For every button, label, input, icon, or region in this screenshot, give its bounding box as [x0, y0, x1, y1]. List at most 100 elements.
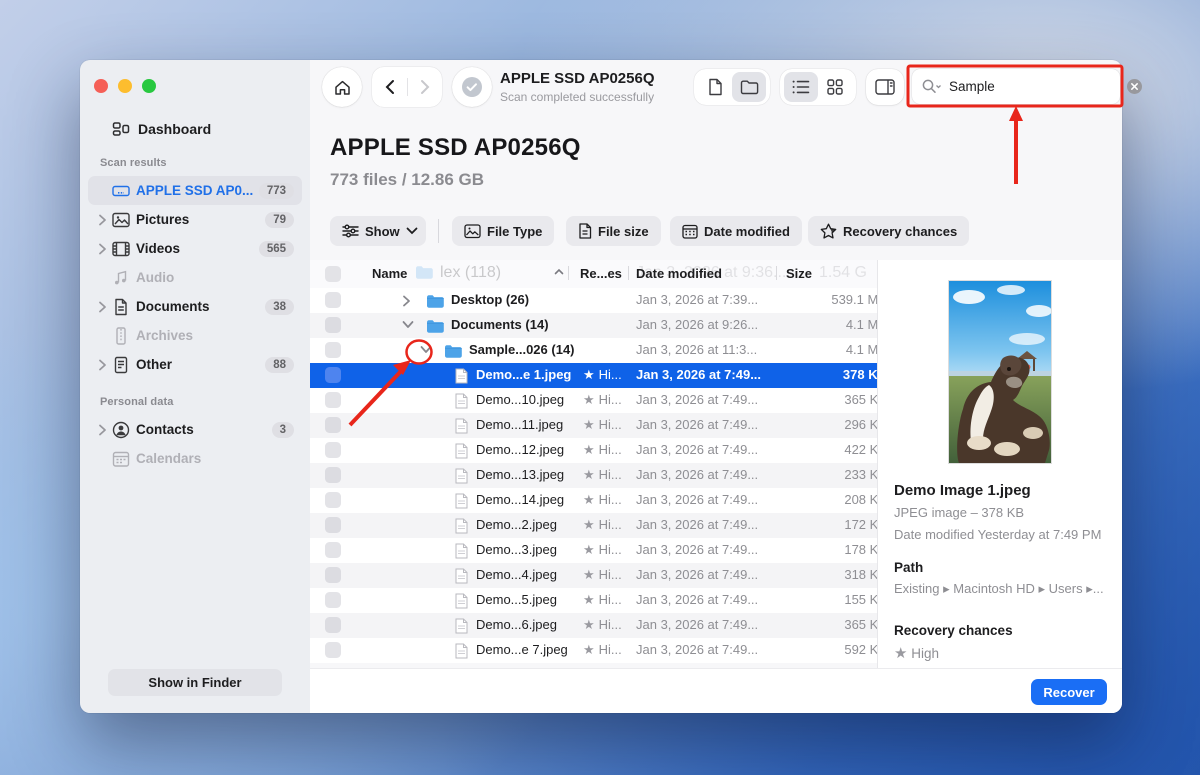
row-checkbox[interactable]	[325, 292, 341, 308]
forward-button[interactable]	[408, 72, 442, 102]
file-name: Sample...026 (14)	[469, 342, 575, 357]
search-field[interactable]	[912, 69, 1142, 104]
close-window-button[interactable]	[94, 79, 108, 93]
sidebar: Dashboard Scan results APPLE SSD AP0... 77…	[80, 60, 310, 713]
disclosure-chevron-annotated[interactable]	[420, 345, 432, 354]
row-checkbox[interactable]	[325, 317, 341, 333]
sidebar-item-label: Documents	[136, 299, 210, 314]
chevron-right-icon[interactable]	[98, 359, 112, 371]
table-row[interactable]: Demo...10.jpeg ★ Hi... Jan 3, 2026 at 7:49.…	[310, 388, 877, 413]
disclosure-chevron-right[interactable]	[402, 295, 411, 307]
file-icon	[455, 568, 468, 584]
chevron-right-icon[interactable]	[98, 243, 112, 255]
size-cell: 233 KB	[844, 467, 877, 482]
row-checkbox[interactable]	[325, 392, 341, 408]
filter-button-file-type[interactable]: File Type	[452, 216, 555, 246]
file-name: Demo...2.jpeg	[476, 517, 557, 532]
row-checkbox[interactable]	[325, 467, 341, 483]
filter-button-date-modified[interactable]: Date modified	[670, 216, 802, 246]
row-checkbox[interactable]	[325, 342, 341, 358]
table-row[interactable]: Demo...11.jpeg ★ Hi... Jan 3, 2026 at 7:49.…	[310, 413, 877, 438]
search-input[interactable]	[949, 79, 1126, 94]
folder-view-button[interactable]	[732, 72, 766, 102]
table-row[interactable]: Demo...e 1.jpeg ★ Hi... Jan 3, 2026 at 7:49…	[310, 363, 877, 388]
row-checkbox[interactable]	[325, 642, 341, 658]
preview-panel-toggle[interactable]	[866, 69, 904, 105]
row-checkbox[interactable]	[325, 542, 341, 558]
sidebar-item-contacts[interactable]: Contacts 3	[88, 415, 302, 444]
chevron-right-icon[interactable]	[98, 301, 112, 313]
file-view-button[interactable]	[698, 72, 732, 102]
list-view-button[interactable]	[784, 72, 818, 102]
recover-button[interactable]: Recover	[1031, 679, 1107, 705]
zoom-window-button[interactable]	[142, 79, 156, 93]
sidebar-section-header: Scan results	[100, 157, 167, 169]
scan-status-button[interactable]	[452, 67, 492, 107]
sidebar-item-list: Contacts 3 Calendars	[88, 415, 302, 473]
audio-icon	[112, 269, 136, 287]
file-table: lex (118) Jan 3, 2026 at 9:36... 1.54 G …	[310, 260, 877, 663]
row-checkbox[interactable]	[325, 492, 341, 508]
back-button[interactable]	[373, 72, 407, 102]
date-modified-cell: Jan 3, 2026 at 7:49...	[636, 442, 759, 457]
table-row[interactable]: Demo...13.jpeg ★ Hi... Jan 3, 2026 at 7:49.…	[310, 463, 877, 488]
chevron-right-icon[interactable]	[98, 424, 112, 436]
table-row[interactable]: Sample...026 (14) Jan 3, 2026 at 11:3... 4…	[310, 338, 877, 363]
table-row[interactable]: Demo...2.jpeg ★ Hi... Jan 3, 2026 at 7:49..…	[310, 513, 877, 538]
sidebar-item-videos[interactable]: Videos 565	[88, 234, 302, 263]
disclosure-chevron-down[interactable]	[402, 320, 414, 329]
count-badge: 773	[258, 182, 294, 199]
file-name: Desktop (26)	[451, 292, 530, 307]
table-row[interactable]: Demo...3.jpeg ★ Hi... Jan 3, 2026 at 7:49..…	[310, 538, 877, 563]
documents-icon	[112, 298, 136, 316]
row-checkbox[interactable]	[325, 567, 341, 583]
folder-icon	[444, 344, 462, 358]
count-badge: 79	[265, 211, 294, 228]
row-checkbox[interactable]	[325, 417, 341, 433]
preview-date-modified: Date modified Yesterday at 7:49 PM	[894, 527, 1102, 542]
sidebar-item-other[interactable]: Other 88	[88, 350, 302, 379]
sidebar-item-apple-ssd-ap0[interactable]: APPLE SSD AP0... 773	[88, 176, 302, 205]
sidebar-item-dashboard[interactable]: Dashboard	[88, 114, 302, 144]
star-icon: ★	[894, 645, 908, 662]
grid-view-button[interactable]	[818, 72, 852, 102]
recovery-chance-text: Hi...	[598, 467, 622, 482]
table-row[interactable]: Demo...6.jpeg ★ Hi... Jan 3, 2026 at 7:49..…	[310, 613, 877, 638]
select-all-checkbox[interactable]	[325, 266, 341, 282]
toolbar-title-block: APPLE SSD AP0256Q Scan completed success…	[500, 70, 655, 104]
row-checkbox[interactable]	[325, 592, 341, 608]
size-cell: 296 KB	[844, 417, 877, 432]
column-header-recovery[interactable]: Re...es	[580, 266, 622, 281]
sidebar-item-pictures[interactable]: Pictures 79	[88, 205, 302, 234]
column-header-date[interactable]: Date modified	[636, 266, 722, 281]
star-icon: ★	[583, 517, 595, 532]
row-checkbox[interactable]	[325, 517, 341, 533]
table-row[interactable]: Demo...4.jpeg ★ Hi... Jan 3, 2026 at 7:49..…	[310, 563, 877, 588]
table-row[interactable]: Demo...e 7.jpeg ★ Hi... Jan 3, 2026 at 7:49…	[310, 638, 877, 663]
nav-buttons	[372, 67, 442, 107]
show-filter-button[interactable]: Show	[330, 216, 426, 246]
recovery-cell: ★ Hi...	[583, 442, 622, 458]
show-in-finder-button[interactable]: Show in Finder	[108, 669, 282, 696]
row-checkbox[interactable]	[325, 617, 341, 633]
table-row[interactable]: Demo...5.jpeg ★ Hi... Jan 3, 2026 at 7:49..…	[310, 588, 877, 613]
clear-search-icon[interactable]	[1126, 78, 1143, 95]
star-icon: ★	[583, 442, 595, 457]
column-header-size[interactable]: Size	[786, 266, 812, 281]
chevron-right-icon[interactable]	[98, 214, 112, 226]
home-button[interactable]	[322, 67, 362, 107]
minimize-window-button[interactable]	[118, 79, 132, 93]
table-row[interactable]: Demo...12.jpeg ★ Hi... Jan 3, 2026 at 7:49.…	[310, 438, 877, 463]
table-row[interactable]: Desktop (26) Jan 3, 2026 at 7:39... 539.1 …	[310, 288, 877, 313]
row-checkbox[interactable]	[325, 442, 341, 458]
check-circle-icon	[461, 76, 483, 98]
row-checkbox[interactable]	[325, 367, 341, 383]
filter-button-file-size[interactable]: File size	[566, 216, 661, 246]
sidebar-item-label: Other	[136, 357, 173, 372]
recovery-cell: ★ Hi...	[583, 517, 622, 533]
table-row[interactable]: Demo...14.jpeg ★ Hi... Jan 3, 2026 at 7:49.…	[310, 488, 877, 513]
table-row[interactable]: Documents (14) Jan 3, 2026 at 9:26... 4.1 …	[310, 313, 877, 338]
sidebar-item-documents[interactable]: Documents 38	[88, 292, 302, 321]
filter-button-recovery-chances[interactable]: Recovery chances	[808, 216, 970, 246]
column-header-name[interactable]: Name	[372, 266, 407, 281]
